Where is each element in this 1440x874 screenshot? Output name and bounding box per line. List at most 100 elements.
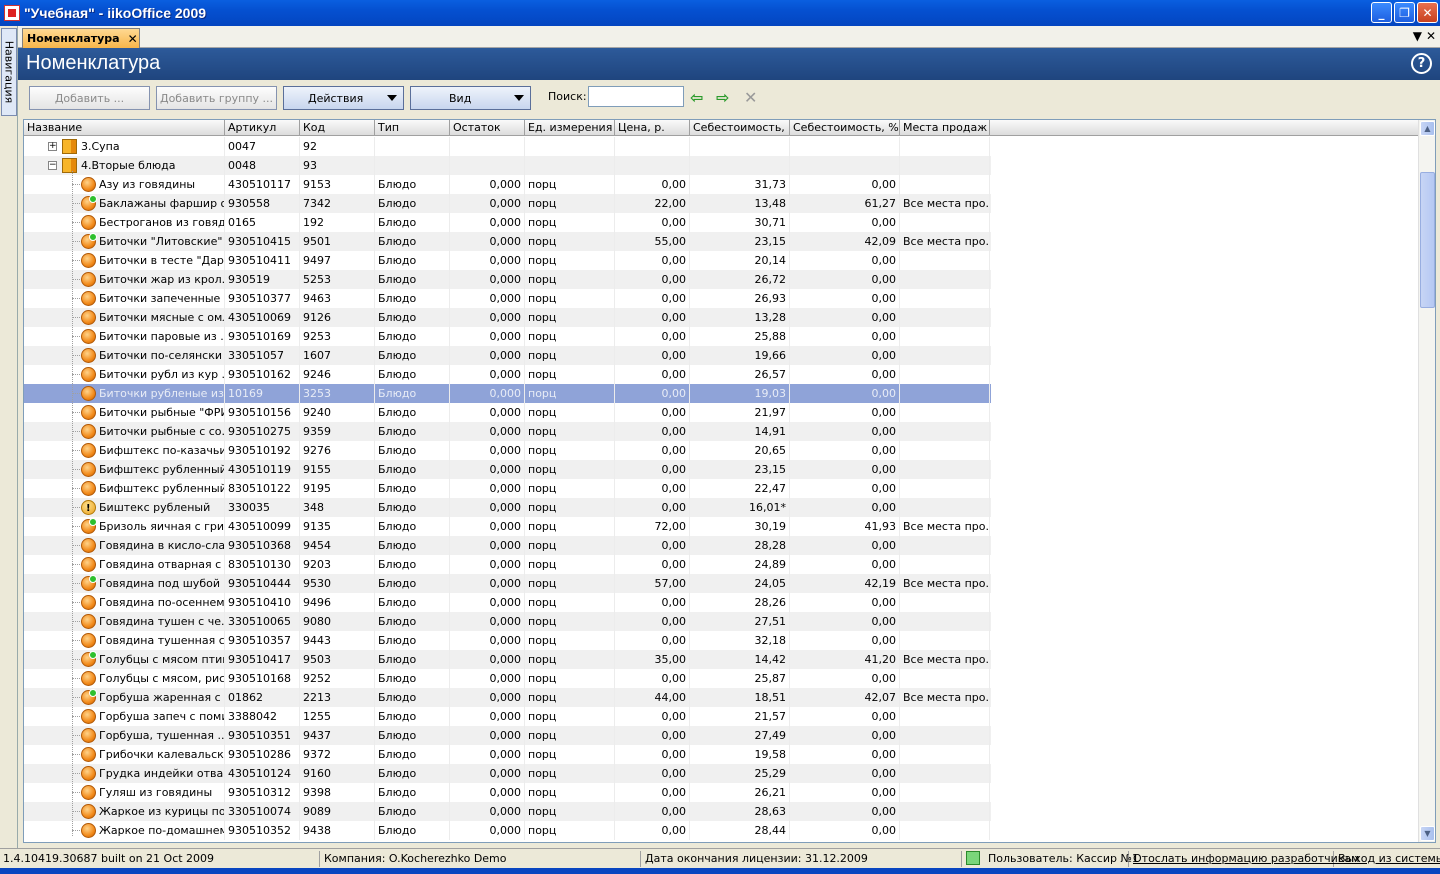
tree-group-row[interactable]: − 4.Вторые блюда 0048 93 (24, 156, 991, 175)
column-header[interactable]: Остаток (450, 120, 525, 136)
column-header[interactable]: Себестоимость, % (790, 120, 900, 136)
table-row[interactable]: Биточки жар из крол... 930519 5253 Блюдо 0,0… (24, 270, 991, 289)
collapse-icon[interactable]: − (48, 161, 57, 170)
column-header[interactable]: Места продаж (900, 120, 990, 136)
expand-icon[interactable]: + (48, 142, 57, 151)
grid-cell (615, 156, 690, 175)
navigation-tab-label: Навигация (2, 40, 16, 104)
table-row[interactable]: Азу из говядины 430510117 9153 Блюдо 0,000 по… (24, 175, 991, 194)
table-row[interactable]: Биточки рубл из кур ... 930510162 9246 Блюд… (24, 365, 991, 384)
column-header[interactable]: Тип (375, 120, 450, 136)
table-row[interactable]: Бифштекс рубленный... 430510119 9155 Блюдо 0… (24, 460, 991, 479)
grid-cell (690, 137, 790, 156)
report-link[interactable]: Отослать информацию разработчикам (1130, 851, 1359, 867)
item-name-cell: Бифштекс по-казачьи (24, 441, 225, 460)
item-label: Голубцы с мясом птицы (99, 653, 225, 666)
table-row[interactable]: Биштекс рубленый330035348Блюдо0,000порц0… (24, 498, 991, 517)
actions-dropdown[interactable]: Действия (283, 86, 404, 110)
table-row[interactable]: Биточки в тесте "Дар... 930510411 9497 Блюд… (24, 251, 991, 270)
column-header[interactable]: Артикул (225, 120, 300, 136)
arrow-left-icon[interactable]: ⇦ (690, 88, 703, 107)
tab-nomenclature[interactable]: Номенклатура ✕ (22, 28, 140, 48)
column-header[interactable]: Ед. измерения (525, 120, 615, 136)
item-label: Биточки в тесте "Дар... (99, 254, 225, 267)
tab-close-icon[interactable]: ✕ (128, 32, 138, 46)
column-header[interactable]: Себестоимость, р. (690, 120, 790, 136)
table-row[interactable]: Голубцы с мясом, рис... 930510168 9252 Блюд… (24, 669, 991, 688)
grid-cell: 830510130 (225, 555, 300, 574)
clear-search-icon[interactable]: ✕ (744, 88, 757, 107)
table-row[interactable]: Жаркое по-домашнему 930510352 9438 Блюдо 0,0… (24, 821, 991, 840)
dish-on-sale-icon (81, 233, 97, 249)
item-label: Говядина в кисло-сла... (99, 539, 225, 552)
scroll-down-icon[interactable]: ▼ (1420, 826, 1435, 841)
grid-cell: Блюдо (375, 251, 450, 270)
table-row[interactable]: Биточки рубленые из... 10169 3253 Блюдо 0,00… (24, 384, 991, 403)
minimize-button[interactable]: _ (1371, 2, 1392, 23)
item-name-cell: Горбуша жаренная с ... (24, 688, 225, 707)
table-row[interactable]: Жаркое из курицы по... 330510074 9089 Блюдо… (24, 802, 991, 821)
table-row[interactable]: Говядина тушенная с... 930510357 9443 Блюдо… (24, 631, 991, 650)
tab-list-chevron-icon[interactable]: ▼ (1413, 29, 1422, 43)
scroll-up-icon[interactable]: ▲ (1420, 121, 1435, 136)
tree-line (72, 279, 80, 280)
grid-cell (900, 289, 990, 308)
table-row[interactable]: Биточки запеченные ... 930510377 9463 Блюдо… (24, 289, 991, 308)
table-row[interactable]: Бифштекс рубленный... 830510122 9195 Блюдо 0… (24, 479, 991, 498)
arrow-right-icon[interactable]: ⇨ (716, 88, 729, 107)
column-header[interactable]: Цена, р. (615, 120, 690, 136)
table-row[interactable]: Говядина под шубой 930510444 9530 Блюдо 0,00… (24, 574, 991, 593)
table-row[interactable]: Биточки паровые из ... 930510169 9253 Блюдо… (24, 327, 991, 346)
table-row[interactable]: Говядина тушен с че... 330510065 9080 Блюдо… (24, 612, 991, 631)
table-row[interactable]: Горбуша запеч с поми... 3388042 1255 Блюдо 0… (24, 707, 991, 726)
close-window-button[interactable]: ✕ (1417, 2, 1438, 23)
grid-cell: 330510074 (225, 802, 300, 821)
item-name-cell: Биточки запеченные ... (24, 289, 225, 308)
add-button[interactable]: Добавить ... (29, 86, 150, 110)
grid-cell (900, 270, 990, 289)
tab-close-all-icon[interactable]: ✕ (1426, 29, 1436, 43)
table-row[interactable]: Биточки мясные с омл...4305100699126Блюд… (24, 308, 991, 327)
tree-group-row[interactable]: +3.Супа 0047 92 (24, 137, 991, 156)
table-row[interactable]: Говядина по-осеннему 930510410 9496 Блюдо 0,… (24, 593, 991, 612)
grid-cell: 0,000 (450, 308, 525, 327)
table-row[interactable]: Биточки рыбные с со... 930510275 9359 Блюдо… (24, 422, 991, 441)
chevron-down-icon (514, 95, 524, 101)
table-row[interactable]: Голубцы с мясом птицы 930510417 9503 Блюдо 0… (24, 650, 991, 669)
table-row[interactable]: Бестроганов из говяд... 0165 192 Блюдо 0,000… (24, 213, 991, 232)
grid-cell: 25,87 (690, 669, 790, 688)
table-row[interactable]: Биточки по-селянски 33051057 1607 Блюдо 0,00… (24, 346, 991, 365)
table-row[interactable]: Горбуша, тушенная ... 930510351 9437 Блюдо 0… (24, 726, 991, 745)
table-row[interactable]: Бризоль яичная с гри... 430510099 9135 Блюд… (24, 517, 991, 536)
table-row[interactable]: Баклажаны фаршир о... 930558 7342 Блюдо 0,00… (24, 194, 991, 213)
table-row[interactable]: Бифштекс по-казачьи 930510192 9276 Блюдо 0,0… (24, 441, 991, 460)
table-row[interactable]: Грудка индейки отва... 430510124 9160 Блюдо… (24, 764, 991, 783)
column-header[interactable]: Название (24, 120, 225, 136)
table-row[interactable]: Горбуша жаренная с ... 01862 2213 Блюдо 0,00… (24, 688, 991, 707)
tree-line (72, 317, 80, 318)
table-row[interactable]: Говядина отварная с ... 830510130 9203 Блюд… (24, 555, 991, 574)
table-row[interactable]: Говядина в кисло-сла... 930510368 9454 Блюд… (24, 536, 991, 555)
table-row[interactable]: Гуляш из говядины 930510312 9398 Блюдо 0,000… (24, 783, 991, 802)
column-header[interactable]: Код (300, 120, 375, 136)
table-row[interactable]: Биточки рыбные "ФРИ" 930510156 9240 Блюдо 0,… (24, 403, 991, 422)
search-input[interactable] (588, 86, 684, 107)
help-icon[interactable]: ? (1411, 53, 1432, 74)
view-dropdown[interactable]: Вид (410, 86, 531, 110)
group-name-cell: +3.Супа (24, 137, 225, 156)
vertical-scrollbar[interactable]: ▲ ▼ (1418, 120, 1435, 842)
scroll-thumb[interactable] (1420, 172, 1435, 308)
tree-line (72, 621, 80, 622)
table-row[interactable]: Грибочки калевальск... 930510286 9372 Блюдо… (24, 745, 991, 764)
grid-cell: Блюдо (375, 213, 450, 232)
logout-link[interactable]: Выход из системы (1335, 851, 1440, 867)
item-name-cell: Биточки рубленые из... (24, 384, 225, 403)
grid-cell: 44,00 (615, 688, 690, 707)
navigation-tab[interactable]: Навигация (1, 28, 17, 116)
table-row[interactable]: Биточки "Литовские" 930510415 9501 Блюдо 0,0… (24, 232, 991, 251)
restore-button[interactable]: ❐ (1394, 2, 1415, 23)
group-name-cell: − 4.Вторые блюда (24, 156, 225, 175)
add-group-button[interactable]: Добавить группу ... (156, 86, 277, 110)
grid-cell: 22,00 (615, 194, 690, 213)
grid-cell: 31,73 (690, 175, 790, 194)
